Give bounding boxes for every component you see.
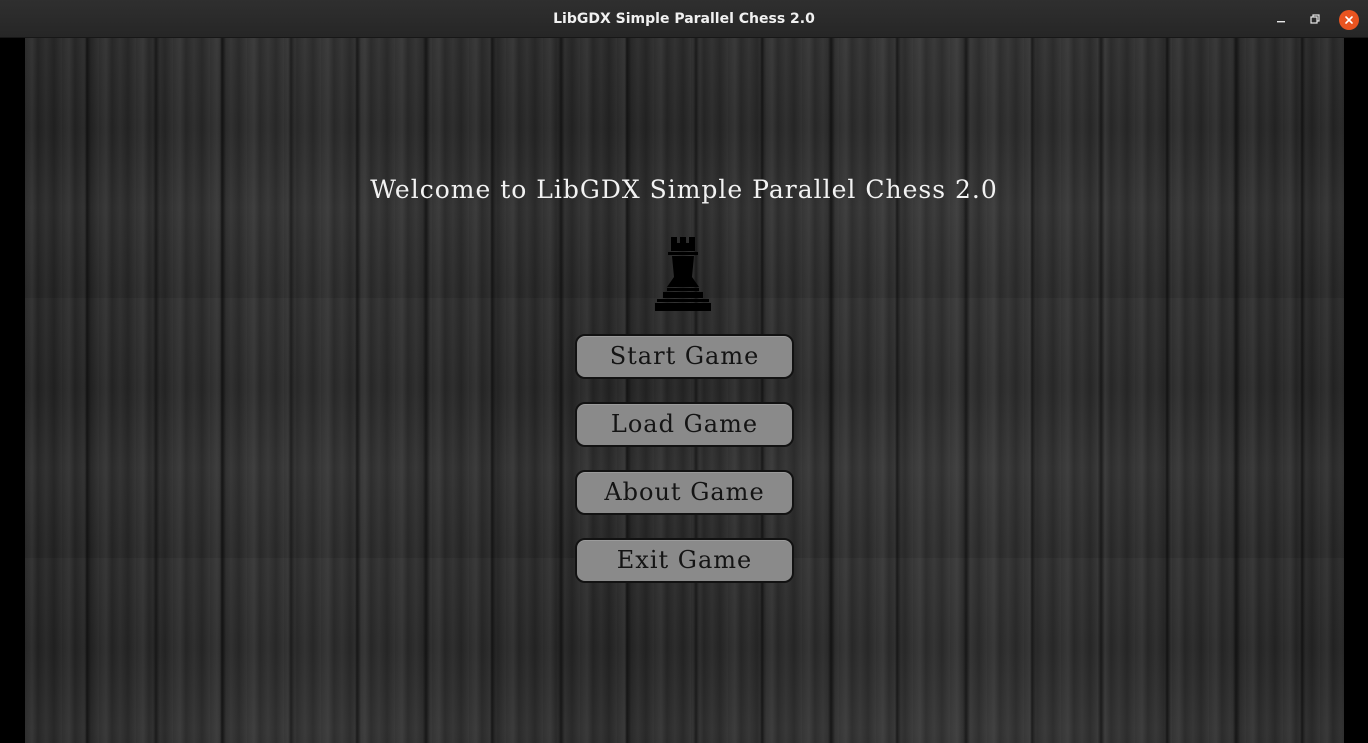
welcome-heading: Welcome to LibGDX Simple Parallel Chess …: [370, 175, 998, 204]
minimize-icon: [1277, 21, 1285, 23]
rook-icon: [655, 237, 711, 311]
title-bar[interactable]: LibGDX Simple Parallel Chess 2.0: [0, 0, 1368, 38]
window-title: LibGDX Simple Parallel Chess 2.0: [553, 11, 815, 27]
game-canvas[interactable]: Welcome to LibGDX Simple Parallel Chess …: [0, 38, 1368, 743]
load-game-button[interactable]: Load Game: [575, 402, 794, 447]
app-window: LibGDX Simple Parallel Chess 2.0 Welcome…: [0, 0, 1368, 743]
about-game-button[interactable]: About Game: [575, 470, 794, 515]
minimize-button[interactable]: [1272, 10, 1290, 28]
close-button[interactable]: [1339, 10, 1359, 30]
start-game-button[interactable]: Start Game: [575, 334, 794, 379]
close-icon: [1345, 16, 1353, 24]
maximize-icon: [1310, 14, 1320, 24]
wood-background: [25, 38, 1344, 743]
exit-game-button[interactable]: Exit Game: [575, 538, 794, 583]
maximize-button[interactable]: [1306, 10, 1324, 28]
